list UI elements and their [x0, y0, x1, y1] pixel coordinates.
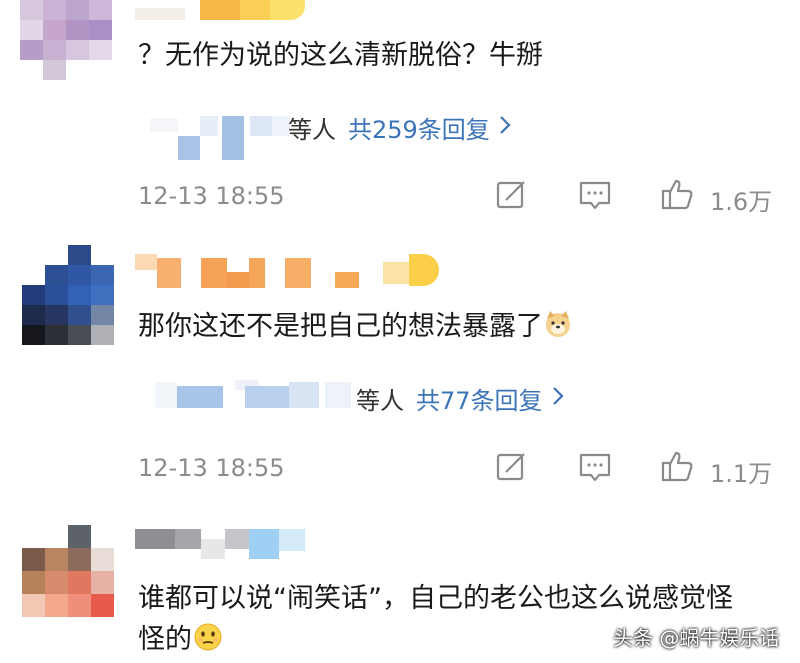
comment-text-line2: 怪的	[138, 617, 224, 660]
username-blurred[interactable]	[135, 525, 305, 565]
doge-emoji-icon	[543, 309, 573, 346]
awkward-face-emoji-icon	[192, 621, 224, 660]
username-blurred[interactable]	[135, 0, 305, 20]
reply-authors-blurred[interactable]	[155, 378, 355, 412]
comment-icon[interactable]	[578, 179, 612, 213]
share-edit-icon[interactable]	[494, 450, 528, 484]
watermark: 头条 @蜗牛娱乐话	[613, 626, 780, 650]
comment-text: 谁都可以说“闹笑话”，自己的老公也这么说感觉怪	[138, 583, 733, 614]
like-count: 1.6万	[710, 188, 773, 216]
replies-count: 共259条回复	[348, 116, 490, 144]
replies-link[interactable]: 等人 共259条回复	[288, 110, 512, 145]
thumbs-up-icon[interactable]	[660, 177, 694, 211]
thumbs-up-icon[interactable]	[660, 449, 694, 483]
avatar[interactable]	[22, 525, 114, 617]
avatar[interactable]	[20, 0, 112, 80]
comment-text: ？无作为说的这么清新脱俗？牛掰	[138, 40, 543, 71]
reply-authors-blurred[interactable]	[150, 112, 290, 160]
like-count: 1.1万	[710, 460, 773, 488]
replies-link[interactable]: 等人 共77条回复	[356, 381, 565, 416]
share-edit-icon[interactable]	[494, 178, 528, 212]
avatar[interactable]	[22, 245, 114, 345]
username-blurred[interactable]	[135, 248, 455, 288]
comment-body: 怪的	[138, 624, 192, 655]
timestamp: 12-13 18:55	[138, 454, 285, 482]
chevron-right-icon	[551, 384, 565, 414]
chevron-right-icon	[498, 113, 512, 143]
comment-body: 那你这还不是把自己的想法暴露了	[138, 311, 543, 342]
timestamp: 12-13 18:55	[138, 182, 285, 210]
replies-who: 等人	[356, 387, 404, 415]
replies-count: 共77条回复	[416, 387, 543, 415]
comment-icon[interactable]	[578, 451, 612, 485]
comment-text: 那你这还不是把自己的想法暴露了	[138, 304, 573, 346]
replies-who: 等人	[288, 116, 336, 144]
